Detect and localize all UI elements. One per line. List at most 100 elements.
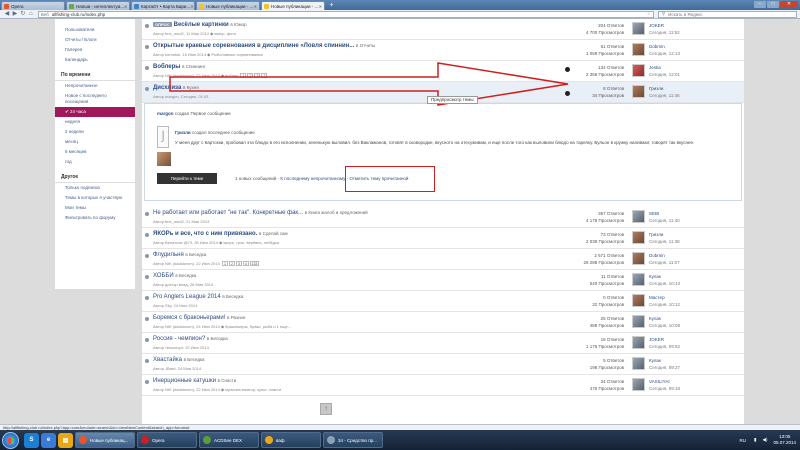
last-username[interactable]: Гризли [175, 130, 191, 135]
last-poster[interactable]: SEBI [649, 210, 680, 217]
close-icon[interactable]: ✕ [124, 4, 127, 9]
topic-row[interactable]: Не работает или работает "не так". Конкр… [142, 207, 744, 228]
volume-icon[interactable]: ◀) [763, 437, 768, 443]
topic-forum[interactable]: в Беседка [222, 294, 243, 299]
go-to-topic-button[interactable]: Перейти к теме [157, 173, 217, 184]
back-icon[interactable]: ◀ [3, 11, 11, 18]
sidebar-item-calendar[interactable]: Календарь [55, 55, 135, 65]
close-icon[interactable]: ✕ [254, 4, 257, 9]
last-post-time[interactable]: Сегодня, 12:01 [649, 71, 680, 78]
last-poster[interactable]: VASILIYAI [649, 378, 680, 385]
topic-title[interactable]: Инерционные катушки [153, 378, 216, 384]
topic-tags[interactable]: браконьеры, браки, рыба и 1 еще... [225, 324, 291, 329]
page-link[interactable]: 3 [235, 261, 242, 266]
search-input[interactable]: ⚲ Искать в Яндекс [657, 10, 798, 18]
skype-icon[interactable]: S [24, 432, 39, 448]
last-poster[interactable]: Гризли [649, 85, 680, 92]
topic-title[interactable]: Открытые краевые соревнования в дисципли… [153, 43, 354, 49]
topic-tags[interactable]: юмор, фото [214, 31, 236, 36]
page-link[interactable]: 4 [242, 261, 249, 266]
topic-title[interactable]: Флудильня [153, 252, 184, 258]
browser-tab-5[interactable]: Новые публикации - ... ✕ [261, 1, 325, 10]
topic-tags[interactable]: якорь, трос, верёвка, лебёдка [223, 240, 279, 245]
avatar[interactable] [632, 210, 645, 223]
last-post-time[interactable]: Сегодня, 11:38 [649, 238, 680, 245]
topic-forum[interactable]: в Разное [227, 315, 246, 320]
start-button[interactable] [2, 431, 19, 449]
page-link[interactable]: 2 [228, 261, 235, 266]
last-post-time[interactable]: Сегодня, 11:52 [649, 29, 680, 36]
avatar[interactable] [632, 273, 645, 286]
last-poster[interactable]: Jeska [649, 64, 680, 71]
taskbar-window-1[interactable]: Новые публикац... [75, 432, 135, 448]
last-post-time[interactable]: Сегодня, 12:13 [649, 50, 680, 57]
avatar[interactable] [632, 336, 645, 349]
minimize-icon[interactable]: – [754, 1, 766, 8]
topic-row[interactable]: Открытые краевые соревнования в дисципли… [142, 40, 744, 61]
topic-forum[interactable]: в Снасти [218, 378, 237, 383]
avatar[interactable] [632, 231, 645, 244]
window-close-icon[interactable]: ✕ [780, 1, 798, 8]
avatar[interactable] [632, 64, 645, 77]
topic-forum[interactable]: в Беседка [175, 273, 196, 278]
forward-icon[interactable]: ▶ [11, 11, 19, 18]
last-poster[interactable]: Dobrnin [649, 43, 680, 50]
topic-row[interactable]: Инерционные катушки в Снасти Автор NIK (… [142, 375, 744, 396]
last-post-time[interactable]: Сегодня, 09:27 [649, 364, 680, 371]
topic-title[interactable]: ХОББИ [153, 273, 174, 279]
topic-forum[interactable]: в Книга жалоб и предложений [305, 210, 368, 215]
topic-row[interactable]: Россия - чемпион? в Беседка Автор телксп… [142, 333, 744, 354]
scroll-top-button[interactable]: ↑ [320, 403, 332, 415]
topic-forum[interactable]: в Сделай сам [259, 231, 288, 236]
clock[interactable]: 13:05 05.07.2014 [773, 434, 796, 446]
avatar[interactable] [632, 357, 645, 370]
sidebar-item-week[interactable]: неделя [55, 117, 135, 127]
avatar[interactable] [632, 294, 645, 307]
topic-forum[interactable]: в Беседка [184, 357, 205, 362]
home-icon[interactable]: ⌂ [27, 11, 35, 18]
last-post-time[interactable]: Сегодня, 10:43 [649, 280, 680, 287]
topic-row[interactable]: ЯКОРь и все, что с ним привязано. в Сдел… [142, 228, 744, 249]
avatar[interactable] [157, 152, 171, 166]
close-icon[interactable]: ✕ [190, 4, 193, 9]
sidebar-item-reports[interactable]: Отчеты / Блоги [55, 35, 135, 45]
reload-icon[interactable]: ↻ [19, 11, 27, 18]
last-post-time[interactable]: Сегодня, 11:45 [649, 92, 680, 99]
browser-tab-1[interactable]: Opera [1, 1, 65, 10]
topic-tags[interactable]: Рыболовные соревнования [211, 52, 262, 57]
bookmark-star-icon[interactable]: ☆ [647, 11, 651, 17]
taskbar-window-3[interactable]: ACDSee DEX [199, 432, 259, 448]
last-post-time[interactable]: Сегодня, 09:52 [649, 343, 680, 350]
browser-tab-4[interactable]: Новые публикации - ... ✕ [196, 1, 260, 10]
address-bar[interactable]: Веб allfishing-club.ru/index.php ☆ [37, 10, 654, 18]
last-poster[interactable]: Кулак [649, 315, 680, 322]
last-post-time[interactable]: Сегодня, 10:08 [649, 322, 680, 329]
sidebar-item-unread[interactable]: Непрочитанное [55, 81, 135, 91]
network-icon[interactable]: ▮ [754, 437, 756, 443]
topic-tags[interactable]: мультипликатор, культ, снасти [225, 387, 281, 392]
starter-username[interactable]: margon [157, 111, 174, 116]
sidebar-item-participating[interactable]: Темы в которых я участвую [55, 193, 135, 203]
last-poster[interactable]: Кулак [649, 357, 680, 364]
last-poster[interactable]: JOKER [649, 336, 680, 343]
sidebar-item-gallery[interactable]: Галерея [55, 45, 135, 55]
page-link[interactable]: 133 [249, 261, 259, 266]
topic-row[interactable]: Флудильня в Беседка Автор NIK (dadukovm)… [142, 249, 744, 270]
sidebar-item-year[interactable]: год [55, 157, 135, 167]
avatar[interactable] [632, 22, 645, 35]
last-poster[interactable]: Мастер [649, 294, 680, 301]
sidebar-item-users[interactable]: Пользователи [55, 25, 135, 35]
taskbar-window-2[interactable]: Opera [137, 432, 197, 448]
topic-title[interactable]: Хвастайка [153, 357, 182, 363]
topic-row[interactable]: Хвастайка в Беседка Автор JBard, 24 Мая … [142, 354, 744, 375]
language-indicator[interactable]: RU [740, 438, 747, 443]
maximize-icon[interactable]: □ [767, 1, 779, 8]
last-poster[interactable]: Кулак [649, 273, 680, 280]
topic-forum[interactable]: в Юмор [230, 22, 246, 27]
topic-forum[interactable]: в Отчеты [356, 43, 375, 48]
sidebar-item-since-last-visit[interactable]: Новое с последнего посещения [55, 91, 135, 107]
last-post-time[interactable]: Сегодня, 11:07 [649, 259, 680, 266]
topic-forum[interactable]: в Беседка [185, 252, 206, 257]
last-post-time[interactable]: Сегодня, 10:12 [649, 301, 680, 308]
last-poster[interactable]: JOKER [649, 22, 680, 29]
